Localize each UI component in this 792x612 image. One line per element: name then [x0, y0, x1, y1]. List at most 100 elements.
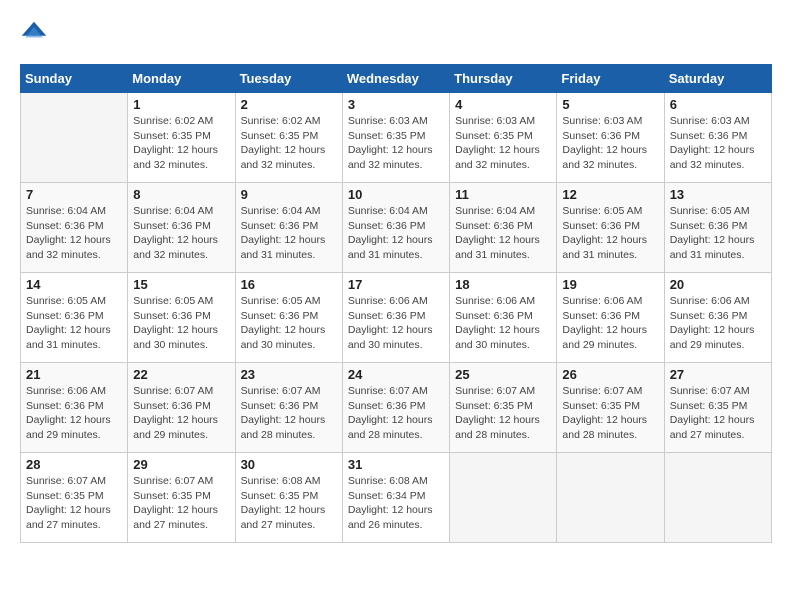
calendar-header-saturday: Saturday: [664, 65, 771, 93]
calendar-header-row: SundayMondayTuesdayWednesdayThursdayFrid…: [21, 65, 772, 93]
calendar-cell: 3 Sunrise: 6:03 AM Sunset: 6:35 PM Daylig…: [342, 93, 449, 183]
calendar-week-row: 1 Sunrise: 6:02 AM Sunset: 6:35 PM Daylig…: [21, 93, 772, 183]
calendar-cell: 18Sunrise: 6:06 AM Sunset: 6:36 PM Dayli…: [450, 273, 557, 363]
calendar-cell: 15 Sunrise: 6:05 AM Sunset: 6:36 PM Dayli…: [128, 273, 235, 363]
calendar-cell: 31 Sunrise: 6:08 AM Sunset: 6:34 PM Dayli…: [342, 453, 449, 543]
calendar-cell: 19 Sunrise: 6:06 AM Sunset: 6:36 PM Dayli…: [557, 273, 664, 363]
calendar-week-row: 7 Sunrise: 6:04 AM Sunset: 6:36 PM Daylig…: [21, 183, 772, 273]
day-info: Sunrise: 6:03 AM Sunset: 6:35 PM Dayligh…: [348, 114, 444, 173]
day-number: 20: [670, 277, 766, 292]
calendar-cell: 14 Sunrise: 6:05 AM Sunset: 6:36 PM Dayli…: [21, 273, 128, 363]
day-info: Sunrise: 6:08 AM Sunset: 6:35 PM Dayligh…: [241, 474, 337, 533]
calendar-header-friday: Friday: [557, 65, 664, 93]
day-number: 25: [455, 367, 551, 382]
day-info: Sunrise: 6:07 AM Sunset: 6:35 PM Dayligh…: [26, 474, 122, 533]
day-info: Sunrise: 6:06 AM Sunset: 6:36 PM Dayligh…: [562, 294, 658, 353]
day-info: Sunrise: 6:03 AM Sunset: 6:36 PM Dayligh…: [562, 114, 658, 173]
day-number: 28: [26, 457, 122, 472]
day-info: Sunrise: 6:03 AM Sunset: 6:36 PM Dayligh…: [670, 114, 766, 173]
calendar-header-thursday: Thursday: [450, 65, 557, 93]
calendar-cell: 2Sunrise: 6:02 AM Sunset: 6:35 PM Daylig…: [235, 93, 342, 183]
logo: [20, 20, 52, 48]
calendar-week-row: 21Sunrise: 6:06 AM Sunset: 6:36 PM Dayli…: [21, 363, 772, 453]
day-info: Sunrise: 6:02 AM Sunset: 6:35 PM Dayligh…: [133, 114, 229, 173]
calendar-cell: 9 Sunrise: 6:04 AM Sunset: 6:36 PM Daylig…: [235, 183, 342, 273]
calendar-cell: 12 Sunrise: 6:05 AM Sunset: 6:36 PM Dayli…: [557, 183, 664, 273]
calendar-header-wednesday: Wednesday: [342, 65, 449, 93]
day-number: 5: [562, 97, 658, 112]
calendar-cell: 7 Sunrise: 6:04 AM Sunset: 6:36 PM Daylig…: [21, 183, 128, 273]
calendar-week-row: 28 Sunrise: 6:07 AM Sunset: 6:35 PM Dayli…: [21, 453, 772, 543]
calendar-cell: 25 Sunrise: 6:07 AM Sunset: 6:35 PM Dayli…: [450, 363, 557, 453]
day-number: 29: [133, 457, 229, 472]
day-info: Sunrise: 6:07 AM Sunset: 6:35 PM Dayligh…: [455, 384, 551, 443]
day-info: Sunrise: 6:07 AM Sunset: 6:36 PM Dayligh…: [348, 384, 444, 443]
day-number: 16: [241, 277, 337, 292]
day-info: Sunrise: 6:06 AM Sunset: 6:36 PM Dayligh…: [348, 294, 444, 353]
day-number: 1: [133, 97, 229, 112]
calendar-cell: 30Sunrise: 6:08 AM Sunset: 6:35 PM Dayli…: [235, 453, 342, 543]
day-info: Sunrise: 6:05 AM Sunset: 6:36 PM Dayligh…: [133, 294, 229, 353]
calendar-cell: 28 Sunrise: 6:07 AM Sunset: 6:35 PM Dayli…: [21, 453, 128, 543]
day-number: 8: [133, 187, 229, 202]
calendar-cell: 8 Sunrise: 6:04 AM Sunset: 6:36 PM Daylig…: [128, 183, 235, 273]
day-info: Sunrise: 6:07 AM Sunset: 6:36 PM Dayligh…: [241, 384, 337, 443]
day-number: 26: [562, 367, 658, 382]
day-info: Sunrise: 6:07 AM Sunset: 6:36 PM Dayligh…: [133, 384, 229, 443]
day-number: 12: [562, 187, 658, 202]
day-info: Sunrise: 6:06 AM Sunset: 6:36 PM Dayligh…: [455, 294, 551, 353]
calendar-week-row: 14 Sunrise: 6:05 AM Sunset: 6:36 PM Dayli…: [21, 273, 772, 363]
calendar-cell: [557, 453, 664, 543]
day-number: 4: [455, 97, 551, 112]
calendar-cell: 23 Sunrise: 6:07 AM Sunset: 6:36 PM Dayli…: [235, 363, 342, 453]
day-info: Sunrise: 6:04 AM Sunset: 6:36 PM Dayligh…: [348, 204, 444, 263]
day-number: 13: [670, 187, 766, 202]
day-info: Sunrise: 6:05 AM Sunset: 6:36 PM Dayligh…: [241, 294, 337, 353]
day-info: Sunrise: 6:04 AM Sunset: 6:36 PM Dayligh…: [133, 204, 229, 263]
day-info: Sunrise: 6:08 AM Sunset: 6:34 PM Dayligh…: [348, 474, 444, 533]
calendar-cell: 1 Sunrise: 6:02 AM Sunset: 6:35 PM Daylig…: [128, 93, 235, 183]
day-number: 15: [133, 277, 229, 292]
day-number: 9: [241, 187, 337, 202]
day-number: 22: [133, 367, 229, 382]
day-info: Sunrise: 6:04 AM Sunset: 6:36 PM Dayligh…: [26, 204, 122, 263]
calendar-cell: 26Sunrise: 6:07 AM Sunset: 6:35 PM Dayli…: [557, 363, 664, 453]
calendar-table: SundayMondayTuesdayWednesdayThursdayFrid…: [20, 64, 772, 543]
calendar-cell: 6 Sunrise: 6:03 AM Sunset: 6:36 PM Daylig…: [664, 93, 771, 183]
calendar-cell: 29 Sunrise: 6:07 AM Sunset: 6:35 PM Dayli…: [128, 453, 235, 543]
calendar-cell: [664, 453, 771, 543]
calendar-cell: 20Sunrise: 6:06 AM Sunset: 6:36 PM Dayli…: [664, 273, 771, 363]
calendar-cell: [450, 453, 557, 543]
day-number: 14: [26, 277, 122, 292]
logo-icon: [20, 20, 48, 48]
day-number: 27: [670, 367, 766, 382]
day-number: 3: [348, 97, 444, 112]
day-info: Sunrise: 6:05 AM Sunset: 6:36 PM Dayligh…: [670, 204, 766, 263]
day-number: 17: [348, 277, 444, 292]
day-number: 19: [562, 277, 658, 292]
day-number: 31: [348, 457, 444, 472]
day-info: Sunrise: 6:04 AM Sunset: 6:36 PM Dayligh…: [455, 204, 551, 263]
day-number: 7: [26, 187, 122, 202]
day-info: Sunrise: 6:03 AM Sunset: 6:35 PM Dayligh…: [455, 114, 551, 173]
day-number: 10: [348, 187, 444, 202]
day-number: 11: [455, 187, 551, 202]
calendar-cell: 17 Sunrise: 6:06 AM Sunset: 6:36 PM Dayli…: [342, 273, 449, 363]
day-info: Sunrise: 6:07 AM Sunset: 6:35 PM Dayligh…: [133, 474, 229, 533]
calendar-cell: 21Sunrise: 6:06 AM Sunset: 6:36 PM Dayli…: [21, 363, 128, 453]
day-number: 23: [241, 367, 337, 382]
page-header: [20, 20, 772, 48]
day-number: 21: [26, 367, 122, 382]
calendar-header-monday: Monday: [128, 65, 235, 93]
calendar-cell: 22 Sunrise: 6:07 AM Sunset: 6:36 PM Dayli…: [128, 363, 235, 453]
day-info: Sunrise: 6:05 AM Sunset: 6:36 PM Dayligh…: [26, 294, 122, 353]
calendar-cell: [21, 93, 128, 183]
calendar-cell: 4 Sunrise: 6:03 AM Sunset: 6:35 PM Daylig…: [450, 93, 557, 183]
calendar-header-sunday: Sunday: [21, 65, 128, 93]
day-info: Sunrise: 6:05 AM Sunset: 6:36 PM Dayligh…: [562, 204, 658, 263]
calendar-cell: 5 Sunrise: 6:03 AM Sunset: 6:36 PM Daylig…: [557, 93, 664, 183]
day-info: Sunrise: 6:07 AM Sunset: 6:35 PM Dayligh…: [670, 384, 766, 443]
day-info: Sunrise: 6:04 AM Sunset: 6:36 PM Dayligh…: [241, 204, 337, 263]
day-number: 6: [670, 97, 766, 112]
calendar-header-tuesday: Tuesday: [235, 65, 342, 93]
